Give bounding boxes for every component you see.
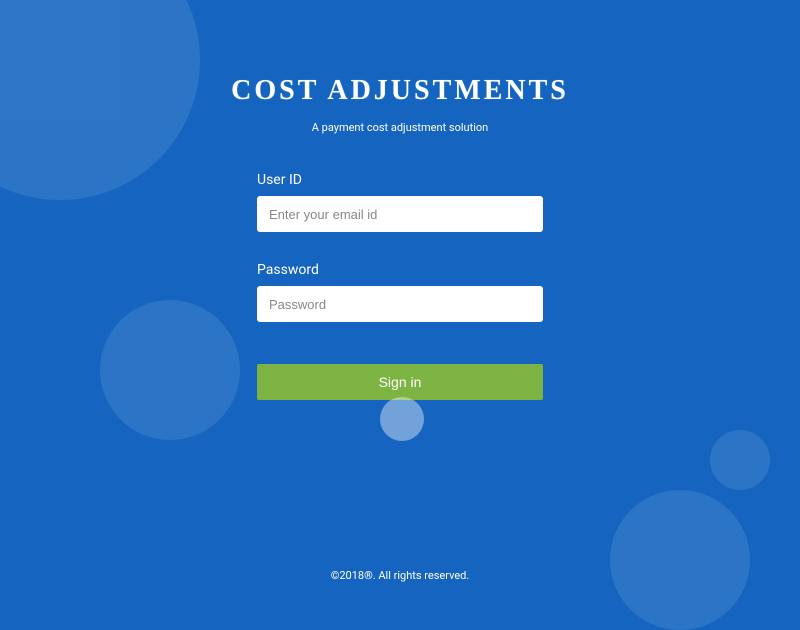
password-label: Password bbox=[257, 262, 543, 278]
password-field-group: Password bbox=[257, 262, 543, 322]
touch-cursor-indicator bbox=[380, 397, 424, 441]
app-subtitle: A payment cost adjustment solution bbox=[312, 121, 488, 134]
login-container: COST ADJUSTMENTS A payment cost adjustme… bbox=[0, 0, 800, 600]
app-title: COST ADJUSTMENTS bbox=[231, 75, 569, 107]
signin-button[interactable]: Sign in bbox=[257, 364, 543, 400]
userid-label: User ID bbox=[257, 172, 543, 188]
userid-input[interactable] bbox=[257, 196, 543, 232]
password-input[interactable] bbox=[257, 286, 543, 322]
footer-copyright: ©2018®. All rights reserved. bbox=[0, 569, 800, 582]
userid-field-group: User ID bbox=[257, 172, 543, 232]
login-form: User ID Password Sign in bbox=[257, 172, 543, 400]
